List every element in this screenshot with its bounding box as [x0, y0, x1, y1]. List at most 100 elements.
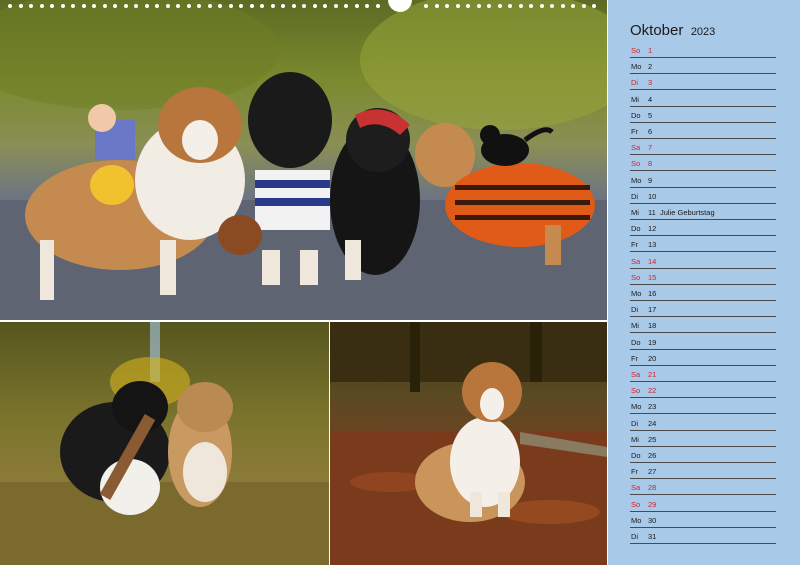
day-number: 8 — [648, 159, 653, 169]
binding-hole — [18, 4, 23, 8]
day-row: So 1 — [630, 42, 776, 58]
day-number: 3 — [648, 78, 653, 88]
binding-hole — [123, 4, 128, 8]
binding-hole — [344, 4, 348, 8]
binding-hole — [81, 4, 86, 8]
dog-group-photo — [0, 0, 607, 320]
binding-hole — [155, 4, 159, 8]
day-name: Sa — [631, 256, 641, 266]
day-number: 25 — [648, 434, 657, 444]
binding-hole — [466, 4, 470, 8]
day-name: Di — [631, 78, 639, 88]
day-name: Fr — [631, 240, 639, 250]
binding-hole — [176, 4, 180, 8]
day-name: Mo — [631, 62, 642, 72]
day-number: 21 — [648, 370, 657, 379]
month-label: Oktober — [630, 22, 684, 39]
binding-hole — [60, 4, 65, 8]
binding-hole — [476, 4, 481, 8]
day-number: 15 — [648, 272, 657, 282]
binding-hole — [281, 4, 285, 8]
day-row: Di 3 — [630, 74, 776, 91]
day-number: 23 — [648, 402, 657, 412]
binding-hole — [186, 4, 191, 8]
binding-hole — [302, 4, 306, 8]
binding-hole — [550, 4, 554, 8]
day-name: Di — [631, 418, 639, 428]
day-row: Mo 2 — [630, 58, 776, 75]
day-number: 28 — [648, 483, 657, 493]
day-number: 22 — [648, 386, 657, 396]
day-name: Sa — [631, 483, 641, 493]
binding-hole — [239, 4, 243, 8]
day-row: Sa 28 — [630, 479, 776, 496]
day-number: 26 — [648, 451, 657, 460]
day-name: Mi — [631, 321, 639, 331]
day-name: Di — [631, 532, 639, 541]
binding-hole — [592, 4, 596, 8]
day-number: 31 — [648, 532, 657, 541]
day-row: Fr 27 — [630, 463, 776, 480]
binding-hole — [8, 4, 12, 8]
day-number: 24 — [648, 418, 657, 428]
binding-hole — [218, 4, 222, 8]
day-row: Fr 20 — [630, 350, 776, 366]
day-row: Di 17 — [630, 301, 776, 318]
binding-hole — [29, 4, 33, 8]
binding-hole — [50, 4, 54, 8]
day-number: 27 — [648, 467, 657, 477]
binding-hole — [581, 4, 586, 8]
binding-hole — [365, 4, 369, 8]
day-row: Do 26 — [630, 447, 776, 463]
day-number: 4 — [648, 94, 653, 104]
day-name: Di — [631, 305, 639, 315]
day-row: Sa 14 — [630, 253, 776, 269]
binding-hole — [228, 4, 233, 8]
binding-hole — [134, 4, 138, 8]
puppies-playing-photo — [0, 322, 329, 565]
day-row: Mi 4 — [630, 91, 776, 107]
binding-hole — [249, 4, 254, 8]
day-row: Do 5 — [630, 107, 776, 123]
day-row: Mi 11 Julie Geburtstag — [630, 204, 776, 220]
binding-hole — [71, 4, 75, 8]
day-number: 14 — [648, 256, 657, 266]
binding-hole — [323, 4, 327, 8]
day-number: 18 — [648, 321, 657, 331]
day-row: Mo 16 — [630, 285, 776, 301]
day-name: So — [631, 499, 641, 509]
day-number: 19 — [648, 337, 657, 347]
day-name: So — [631, 46, 641, 55]
day-name: So — [631, 386, 641, 396]
day-name: Mo — [631, 515, 642, 525]
day-number: 20 — [648, 353, 657, 363]
day-row: Mi 18 — [630, 317, 776, 334]
day-row: Sa 7 — [630, 139, 776, 156]
day-row: So 8 — [630, 155, 776, 172]
binding-hole — [487, 4, 491, 8]
day-number: 7 — [648, 143, 653, 153]
day-row: Di 24 — [630, 415, 776, 431]
calendar-sidebar: Oktober 2023 So 1 Mo 2 Di 3 Mi 4 Do 5 Fr 6 Sa 7 So 8 Mo 9… — [608, 0, 800, 565]
binding-hole — [102, 4, 107, 8]
day-number: 5 — [648, 110, 653, 120]
day-number: 12 — [648, 224, 657, 234]
day-name: Fr — [631, 353, 639, 363]
day-number: 29 — [648, 499, 657, 509]
day-number: 10 — [648, 191, 657, 201]
day-name: Do — [631, 110, 641, 120]
binding-hole — [508, 4, 512, 8]
photo-puppies-playing — [0, 322, 329, 565]
binding-hole — [518, 4, 523, 8]
day-number: 30 — [648, 515, 657, 525]
year-label: 2023 — [690, 26, 716, 38]
wire-binding — [0, 0, 608, 14]
day-row: So 22 — [630, 382, 776, 399]
day-name: Do — [631, 451, 641, 460]
day-number: 6 — [648, 127, 653, 136]
day-row: Mi 25 — [630, 431, 776, 447]
day-name: Fr — [631, 127, 639, 136]
binding-hole — [197, 4, 201, 8]
day-row: Mo 9 — [630, 172, 776, 188]
binding-hole — [434, 4, 439, 8]
